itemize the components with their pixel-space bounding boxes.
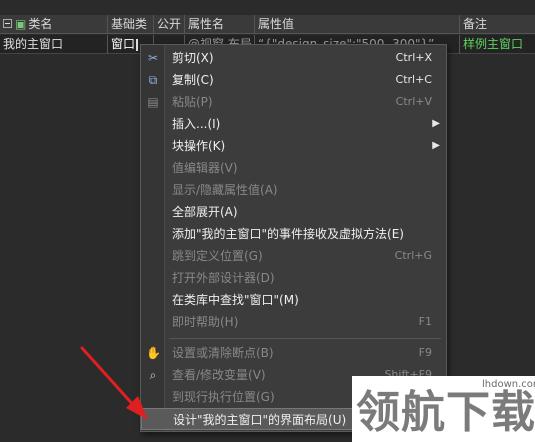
menu-item-cut[interactable]: ✂ 剪切(X) Ctrl+X <box>141 47 446 69</box>
menu-separator <box>169 338 441 339</box>
menu-item-expand-all[interactable]: 全部展开(A) <box>141 201 446 223</box>
paste-icon: ▤ <box>147 95 159 109</box>
property-editor-window: ▣类名 基础类 公开 属性名 属性值 备注 我的主窗口 窗口 @视窗.布局 “{… <box>0 0 535 442</box>
menu-item-value-editor[interactable]: 值编辑器(V) <box>141 157 446 179</box>
submenu-arrow-icon: ▶ <box>432 118 440 129</box>
menu-item-copy[interactable]: ⧉ 复制(C) Ctrl+C <box>141 69 446 91</box>
menu-item-instant-help[interactable]: 即时帮助(H) F1 <box>141 311 446 333</box>
menu-item-find-in-library[interactable]: 在类库中查找"窗口"(M) <box>141 289 446 311</box>
menu-item-block-ops[interactable]: 块操作(K) ▶ <box>141 135 446 157</box>
watermark: lhdown.com 领航下载 <box>352 376 535 442</box>
annotation-arrow-icon <box>80 346 148 420</box>
header-base-class[interactable]: 基础类 <box>108 15 154 34</box>
submenu-arrow-icon: ▶ <box>432 140 440 151</box>
header-note[interactable]: 备注 <box>460 15 535 34</box>
header-attr-value[interactable]: 属性值 <box>255 15 460 34</box>
cell-class-name[interactable]: 我的主窗口 <box>0 35 108 54</box>
menu-item-paste[interactable]: ▤ 粘贴(P) Ctrl+V <box>141 91 446 113</box>
collapse-icon[interactable] <box>3 19 12 28</box>
menu-item-add-event-handlers[interactable]: 添加"我的主窗口"的事件接收及虚拟方法(E) <box>141 223 446 245</box>
header-public[interactable]: 公开 <box>154 15 185 34</box>
menu-item-toggle-attr-values[interactable]: 显示/隐藏属性值(A) <box>141 179 446 201</box>
cell-note[interactable]: 样例主窗口 <box>460 35 535 54</box>
table-header: ▣ 类名 基础类 公开 属性名 属性值 备注 <box>0 15 535 34</box>
menu-item-toggle-breakpoint[interactable]: ✋ 设置或清除断点(B) F9 <box>141 342 446 364</box>
menu-item-insert[interactable]: 插入...(I) ▶ <box>141 113 446 135</box>
context-menu: ✂ 剪切(X) Ctrl+X ⧉ 复制(C) Ctrl+C ▤ 粘贴(P) Ct… <box>140 44 447 432</box>
menu-item-open-external-designer[interactable]: 打开外部设计器(D) <box>141 267 446 289</box>
watermark-logo: 领航下载 <box>356 387 535 438</box>
copy-icon: ⧉ <box>148 73 158 87</box>
menu-item-go-to-definition[interactable]: 跳到定义位置(G) Ctrl+G <box>141 245 446 267</box>
text-caret <box>136 38 139 51</box>
class-icon: ▣ <box>15 17 27 31</box>
header-class-name[interactable]: ▣ 类名 <box>0 15 108 34</box>
scissors-icon: ✂ <box>147 51 159 65</box>
header-attr-name[interactable]: 属性名 <box>185 15 255 34</box>
